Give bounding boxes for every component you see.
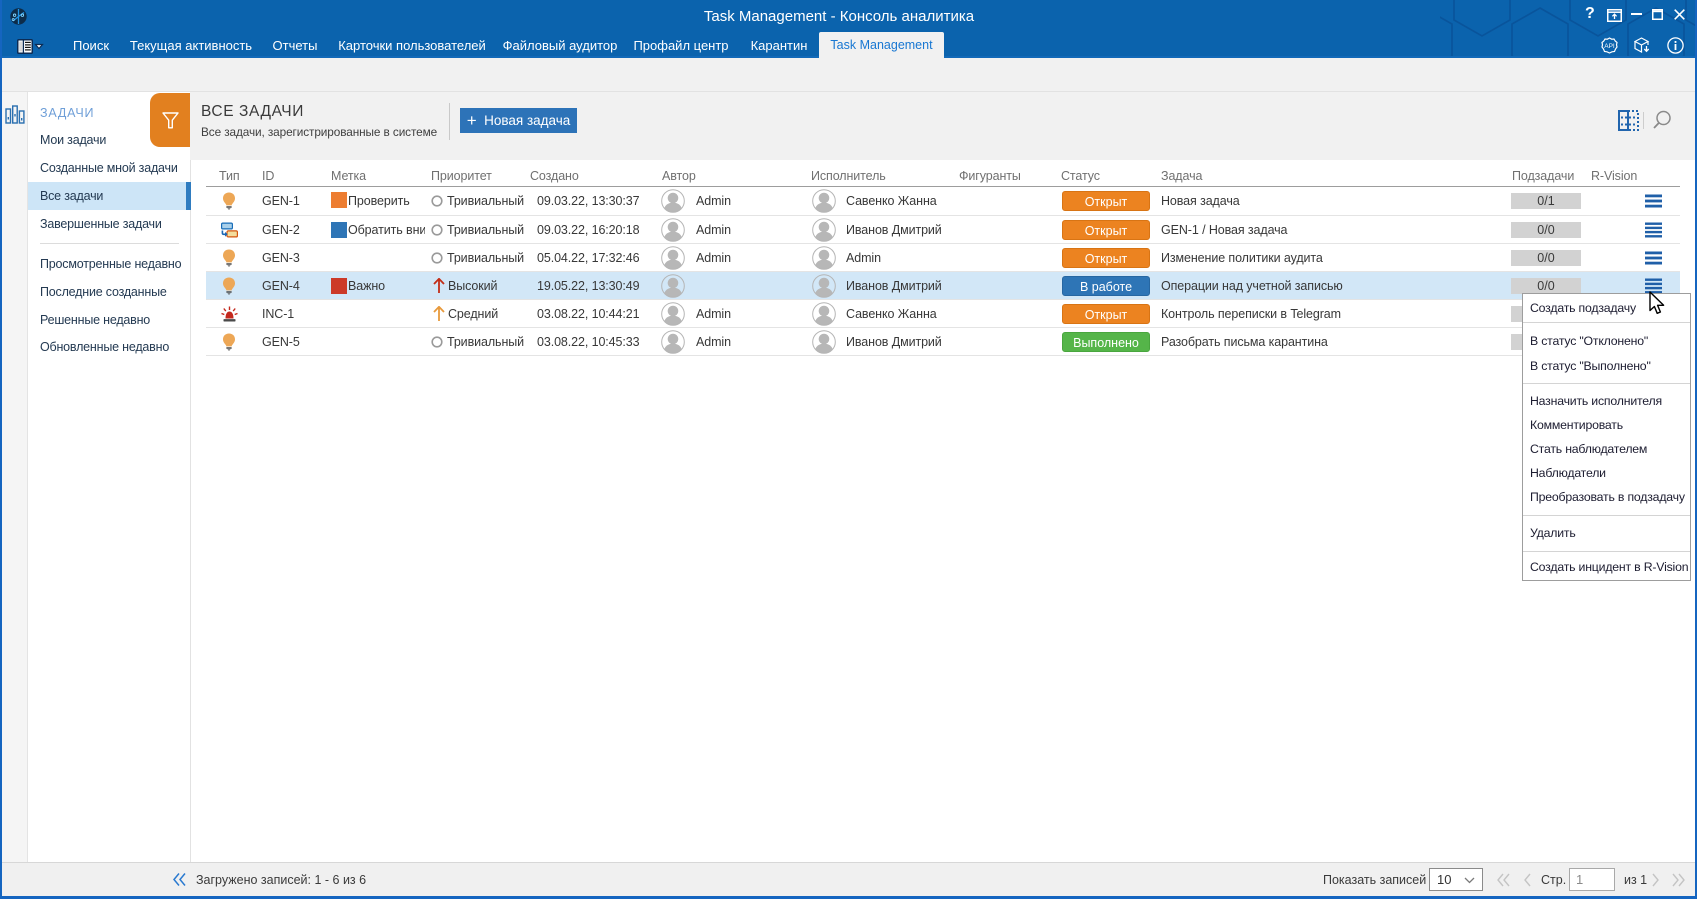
svg-text:API: API [1604, 43, 1615, 50]
